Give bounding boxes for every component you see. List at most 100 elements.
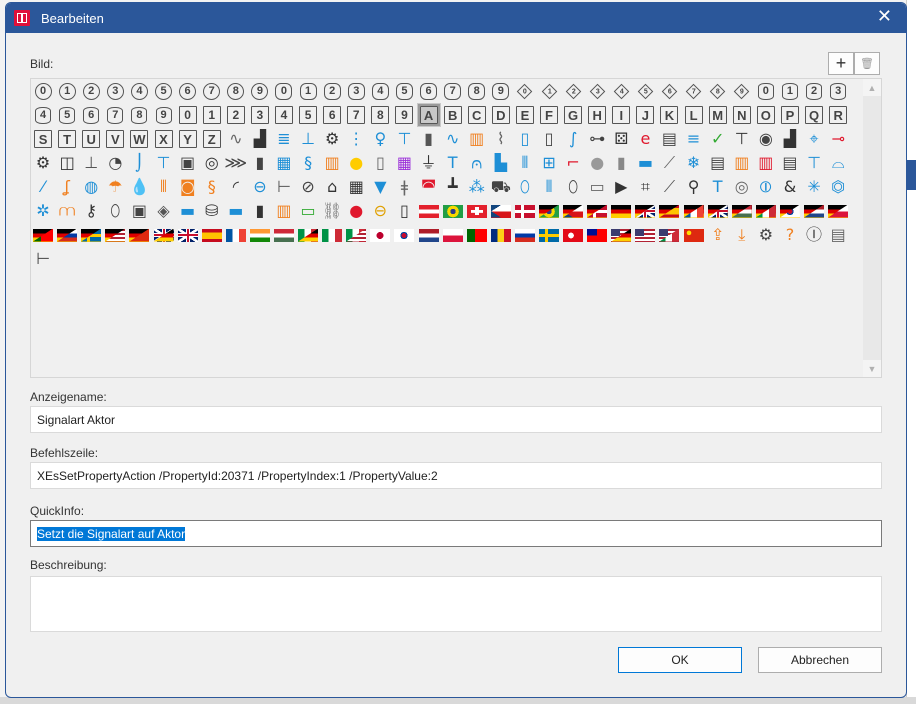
image-option-letter-C[interactable]: C (465, 103, 489, 127)
image-option-cooler[interactable]: ❄ (682, 151, 706, 175)
image-option-coil-filter[interactable]: ⦀ (513, 151, 537, 175)
image-option-circuit[interactable]: ⊶ (585, 127, 609, 151)
image-option-pipe-elbow[interactable]: ◜ (224, 175, 248, 199)
image-option-octagon-9[interactable]: 9 (489, 79, 513, 103)
image-option-letter-Y[interactable]: Y (176, 127, 200, 151)
image-option-pipe-junction[interactable]: ┻ (441, 175, 465, 199)
add-image-button[interactable]: + (828, 52, 854, 75)
image-option-letter-R[interactable]: R (826, 103, 850, 127)
image-option-diamond-4[interactable]: 4 (609, 79, 633, 103)
image-option-gear[interactable]: ⚙ (320, 127, 344, 151)
image-option-hexagon-8[interactable]: 8 (127, 103, 151, 127)
image-picker[interactable]: 0 1 2 3 4 5 6 7 8 9 0 1 2 3 4 5 6 7 8 9 0 1 2 3 4 5 6 7 8 9 0 1 2 3 4 5 6 7 8 9… (30, 78, 882, 378)
image-option-text-upload[interactable]: Ⓘ (802, 223, 826, 247)
image-option-square-4[interactable]: 4 (272, 103, 296, 127)
image-option-letter-X[interactable]: X (151, 127, 175, 151)
image-option-letter-Q[interactable]: Q (802, 103, 826, 127)
image-option-coil-blue[interactable]: ⦀ (537, 175, 561, 199)
image-option-octagon-3[interactable]: 3 (344, 79, 368, 103)
image-option-disc[interactable]: ● (585, 151, 609, 175)
image-option-diamond-7[interactable]: 7 (682, 79, 706, 103)
image-option-control-panel[interactable]: ▦ (392, 151, 416, 175)
image-option-transformer[interactable]: ▥ (465, 127, 489, 151)
image-option-multimeter[interactable]: ▣ (127, 199, 151, 223)
delete-image-button[interactable]: 🗑 (854, 52, 880, 75)
image-option-hexagon-1[interactable]: 1 (778, 79, 802, 103)
image-option-hose-orange[interactable]: § (200, 175, 224, 199)
image-option-brush[interactable]: ⁄ (31, 175, 55, 199)
image-option-t-blue[interactable]: T (706, 175, 730, 199)
image-option-box-3d[interactable]: ◫ (55, 151, 79, 175)
image-option-flag-se[interactable] (537, 223, 561, 247)
image-option-factory[interactable]: ▟ (248, 127, 272, 151)
image-option-sensor-stack[interactable]: ≣ (272, 127, 296, 151)
image-option-heater-coil[interactable]: ⩋ (55, 199, 79, 223)
image-option-gate-valve[interactable]: ⊤ (392, 127, 416, 151)
image-option-circle-6[interactable]: 6 (176, 79, 200, 103)
image-option-frame[interactable]: ⌗ (633, 175, 657, 199)
image-option-document[interactable]: ▤ (706, 151, 730, 175)
image-option-flag-tw[interactable] (585, 223, 609, 247)
image-option-stack[interactable]: ⋮ (344, 127, 368, 151)
image-option-flag-ro[interactable] (489, 223, 513, 247)
image-option-heater-box[interactable]: ▥ (730, 151, 754, 175)
image-option-circle-1[interactable]: 1 (55, 79, 79, 103)
image-option-hexagon-0[interactable]: 0 (754, 79, 778, 103)
image-option-letter-M[interactable]: M (706, 103, 730, 127)
image-option-flag-gb[interactable] (176, 223, 200, 247)
image-option-pump[interactable]: ▬ (224, 199, 248, 223)
image-option-letter-S[interactable]: S (31, 127, 55, 151)
image-option-coupler[interactable]: ⦶ (754, 175, 778, 199)
image-option-diamond-0[interactable]: 0 (513, 79, 537, 103)
image-option-flag-in[interactable] (248, 223, 272, 247)
image-option-flag-de-cz[interactable] (561, 199, 585, 223)
image-option-piston[interactable]: ⊥ (79, 151, 103, 175)
image-option-aquarium[interactable]: ◍ (79, 175, 103, 199)
image-option-tube[interactable]: ▯ (537, 127, 561, 151)
image-option-octagon-0[interactable]: 0 (272, 79, 296, 103)
image-option-flag-de-fr[interactable] (682, 199, 706, 223)
image-option-circle-4[interactable]: 4 (127, 79, 151, 103)
image-option-panel[interactable]: ▦ (272, 151, 296, 175)
image-option-thermometer[interactable]: ǂ (392, 175, 416, 199)
image-option-flag-de-hu[interactable] (730, 199, 754, 223)
image-option-flag-de-pl[interactable] (826, 199, 850, 223)
image-option-diamond-8[interactable]: 8 (706, 79, 730, 103)
vertical-scrollbar[interactable]: ▲ ▼ (863, 79, 881, 377)
image-option-battery[interactable]: ▭ (585, 175, 609, 199)
image-option-letter-A[interactable]: A (416, 103, 441, 127)
close-icon[interactable]: ✕ (877, 6, 892, 27)
image-option-key-switch[interactable]: ⊖ (368, 199, 392, 223)
image-option-octagon-8[interactable]: 8 (465, 79, 489, 103)
image-option-flag-de-gb[interactable] (633, 199, 657, 223)
image-option-circle-7[interactable]: 7 (200, 79, 224, 103)
image-option-machine[interactable]: ▤ (778, 151, 802, 175)
image-option-filter[interactable]: ▯ (513, 127, 537, 151)
image-option-thermo-element[interactable]: ⊸ (826, 127, 850, 151)
image-option-mouse[interactable]: ⬯ (561, 175, 585, 199)
image-option-sensors[interactable]: ⊞ (537, 151, 561, 175)
image-option-octagon-2[interactable]: 2 (320, 79, 344, 103)
image-option-flag-ru[interactable] (513, 223, 537, 247)
image-option-umbrella-hook[interactable]: ☂ (103, 175, 127, 199)
image-option-flag-de-it[interactable] (754, 199, 778, 223)
image-option-mouse-blue[interactable]: ⬯ (513, 175, 537, 199)
image-option-drops[interactable]: 💧 (127, 175, 151, 199)
image-option-hexagon-2[interactable]: 2 (802, 79, 826, 103)
image-option-fan[interactable]: ✲ (31, 199, 55, 223)
image-option-crane-hook[interactable]: ʆ (55, 175, 79, 199)
image-option-flag-fr[interactable] (224, 223, 248, 247)
scroll-down-icon[interactable]: ▼ (863, 360, 881, 377)
image-option-truck[interactable]: ⛟ (489, 175, 513, 199)
image-option-circle-5[interactable]: 5 (151, 79, 175, 103)
image-option-valve-red[interactable]: ⌐ (561, 151, 585, 175)
image-option-gear[interactable]: ⚙ (754, 223, 778, 247)
image-option-square-5[interactable]: 5 (296, 103, 320, 127)
image-option-letter-P[interactable]: P (778, 103, 802, 127)
image-option-flag-de-es[interactable] (657, 199, 681, 223)
image-option-flag-dk[interactable] (513, 199, 537, 223)
image-option-square-3[interactable]: 3 (248, 103, 272, 127)
image-option-blowtorch[interactable]: ▬ (176, 199, 200, 223)
image-option-coil[interactable]: ∫ (561, 127, 585, 151)
image-option-letter-D[interactable]: D (489, 103, 513, 127)
